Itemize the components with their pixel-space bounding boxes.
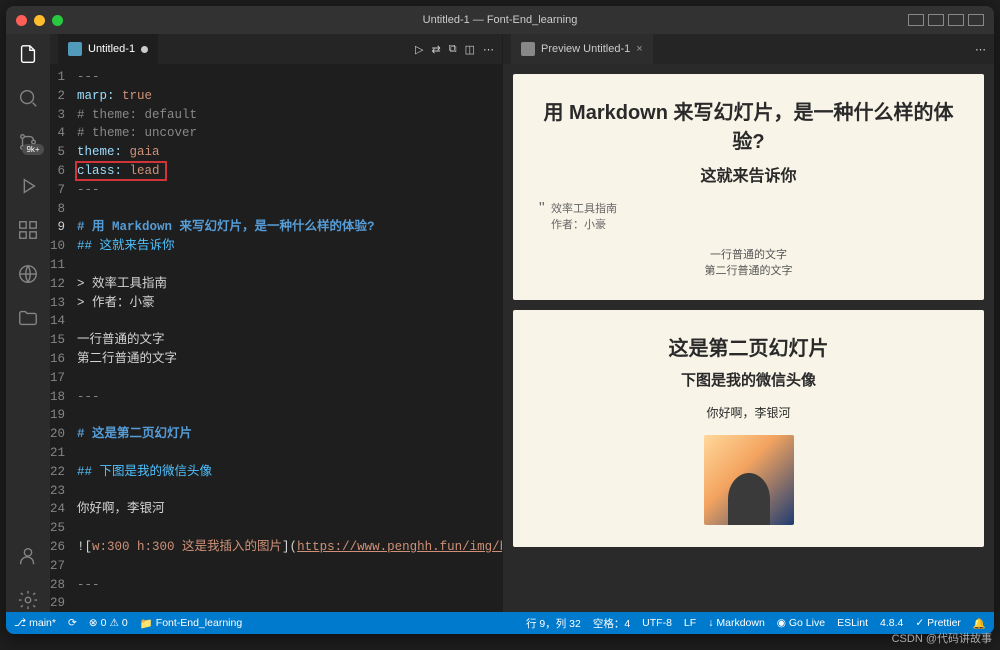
- maximize-icon[interactable]: [52, 15, 63, 26]
- main-area: 9k+ Untitled-1 ▷ ⇄: [6, 34, 994, 612]
- more-icon[interactable]: ⋯: [483, 43, 494, 56]
- panel-toggle-left-icon[interactable]: [908, 14, 924, 26]
- status-folder[interactable]: 📁 Font-End_learning: [140, 617, 242, 630]
- layout-customize-icon[interactable]: [968, 14, 984, 26]
- editor-tabbar: Untitled-1 ▷ ⇄ ⧉ ◫ ⋯: [50, 34, 502, 64]
- status-bell-icon[interactable]: 🔔: [973, 616, 986, 631]
- panel-toggle-right-icon[interactable]: [948, 14, 964, 26]
- status-eslint[interactable]: ESLint: [837, 616, 868, 631]
- remote-icon[interactable]: [16, 262, 40, 286]
- slide2-subtitle: 下图是我的微信头像: [537, 369, 960, 390]
- slide1-quote: 效率工具指南 作者：小豪: [551, 200, 960, 232]
- status-version[interactable]: 4.8.4: [880, 616, 903, 631]
- code-area[interactable]: ---marp: true# theme: default# theme: un…: [77, 64, 502, 612]
- preview-body[interactable]: 用 Markdown 来写幻灯片，是一种什么样的体验? 这就来告诉你 效率工具指…: [503, 64, 994, 612]
- tab-label: Preview Untitled-1: [541, 43, 630, 55]
- close-icon[interactable]: ×: [636, 43, 642, 55]
- editor-actions: ▷ ⇄ ⧉ ◫ ⋯: [415, 43, 494, 56]
- run-debug-icon[interactable]: [16, 174, 40, 198]
- status-eol[interactable]: LF: [684, 616, 696, 631]
- status-problems[interactable]: ⊗ 0 ⚠ 0: [89, 617, 128, 629]
- folder-open-icon[interactable]: [16, 306, 40, 330]
- compare-icon[interactable]: ⇄: [432, 43, 441, 56]
- slide2-greet: 你好啊，李银河: [537, 404, 960, 421]
- status-golive[interactable]: ◉ Go Live: [777, 616, 825, 631]
- search-icon[interactable]: [16, 86, 40, 110]
- tab-label: Untitled-1: [88, 43, 135, 55]
- gear-icon[interactable]: [16, 588, 40, 612]
- panel-toggle-bottom-icon[interactable]: [928, 14, 944, 26]
- status-language[interactable]: ↓ Markdown: [708, 616, 765, 631]
- window-title: Untitled-1 — Font-End_learning: [423, 14, 578, 26]
- preview-file-icon: [521, 42, 535, 56]
- slide2-title: 这是第二页幻灯片: [537, 332, 960, 361]
- minimize-icon[interactable]: [34, 15, 45, 26]
- source-control-icon[interactable]: 9k+: [16, 130, 40, 154]
- activity-bar: 9k+: [6, 34, 50, 612]
- split-icon[interactable]: ◫: [465, 43, 475, 56]
- status-branch[interactable]: ⎇ main*: [14, 617, 56, 629]
- app-window: Untitled-1 — Font-End_learning 9k+: [6, 6, 994, 634]
- slide1-text1: 一行普通的文字: [537, 246, 960, 262]
- scm-badge: 9k+: [22, 144, 43, 155]
- slide1-title: 用 Markdown 来写幻灯片，是一种什么样的体验?: [537, 96, 960, 154]
- slide2-image: [704, 435, 794, 525]
- window-controls: [16, 15, 63, 26]
- slide-1: 用 Markdown 来写幻灯片，是一种什么样的体验? 这就来告诉你 效率工具指…: [513, 74, 984, 300]
- editor-pane: Untitled-1 ▷ ⇄ ⧉ ◫ ⋯ 1234567891011121314…: [50, 34, 502, 612]
- run-icon[interactable]: ▷: [415, 43, 423, 56]
- markdown-file-icon: [68, 42, 82, 56]
- line-gutter: 1234567891011121314151617181920212223242…: [50, 64, 77, 612]
- content-area: Untitled-1 ▷ ⇄ ⧉ ◫ ⋯ 1234567891011121314…: [50, 34, 994, 612]
- status-lncol[interactable]: 行 9，列 32: [526, 616, 581, 631]
- status-sync[interactable]: ⟳: [68, 617, 77, 629]
- unsaved-dot-icon: [141, 46, 148, 53]
- tab-preview[interactable]: Preview Untitled-1 ×: [511, 34, 653, 64]
- preview-tabbar: Preview Untitled-1 × ⋯: [503, 34, 994, 64]
- editor-body[interactable]: 1234567891011121314151617181920212223242…: [50, 64, 502, 612]
- slide1-text2: 第二行普通的文字: [537, 262, 960, 278]
- more-icon[interactable]: ⋯: [975, 43, 986, 56]
- status-spaces[interactable]: 空格：4: [593, 616, 630, 631]
- slide1-subtitle: 这就来告诉你: [537, 162, 960, 186]
- status-prettier[interactable]: ✓ Prettier: [915, 616, 961, 631]
- slide-2: 这是第二页幻灯片 下图是我的微信头像 你好啊，李银河: [513, 310, 984, 547]
- statusbar: ⎇ main* ⟳ ⊗ 0 ⚠ 0 📁 Font-End_learning 行 …: [6, 612, 994, 634]
- extensions-icon[interactable]: [16, 218, 40, 242]
- explorer-icon[interactable]: [16, 42, 40, 66]
- open-preview-icon[interactable]: ⧉: [449, 43, 457, 56]
- account-icon[interactable]: [16, 544, 40, 568]
- close-icon[interactable]: [16, 15, 27, 26]
- preview-pane: Preview Untitled-1 × ⋯ 用 Markdown 来写幻灯片，…: [502, 34, 994, 612]
- preview-actions: ⋯: [975, 43, 986, 56]
- layout-controls: [908, 14, 984, 26]
- titlebar: Untitled-1 — Font-End_learning: [6, 6, 994, 34]
- tab-untitled[interactable]: Untitled-1: [58, 34, 158, 64]
- status-encoding[interactable]: UTF-8: [642, 616, 672, 631]
